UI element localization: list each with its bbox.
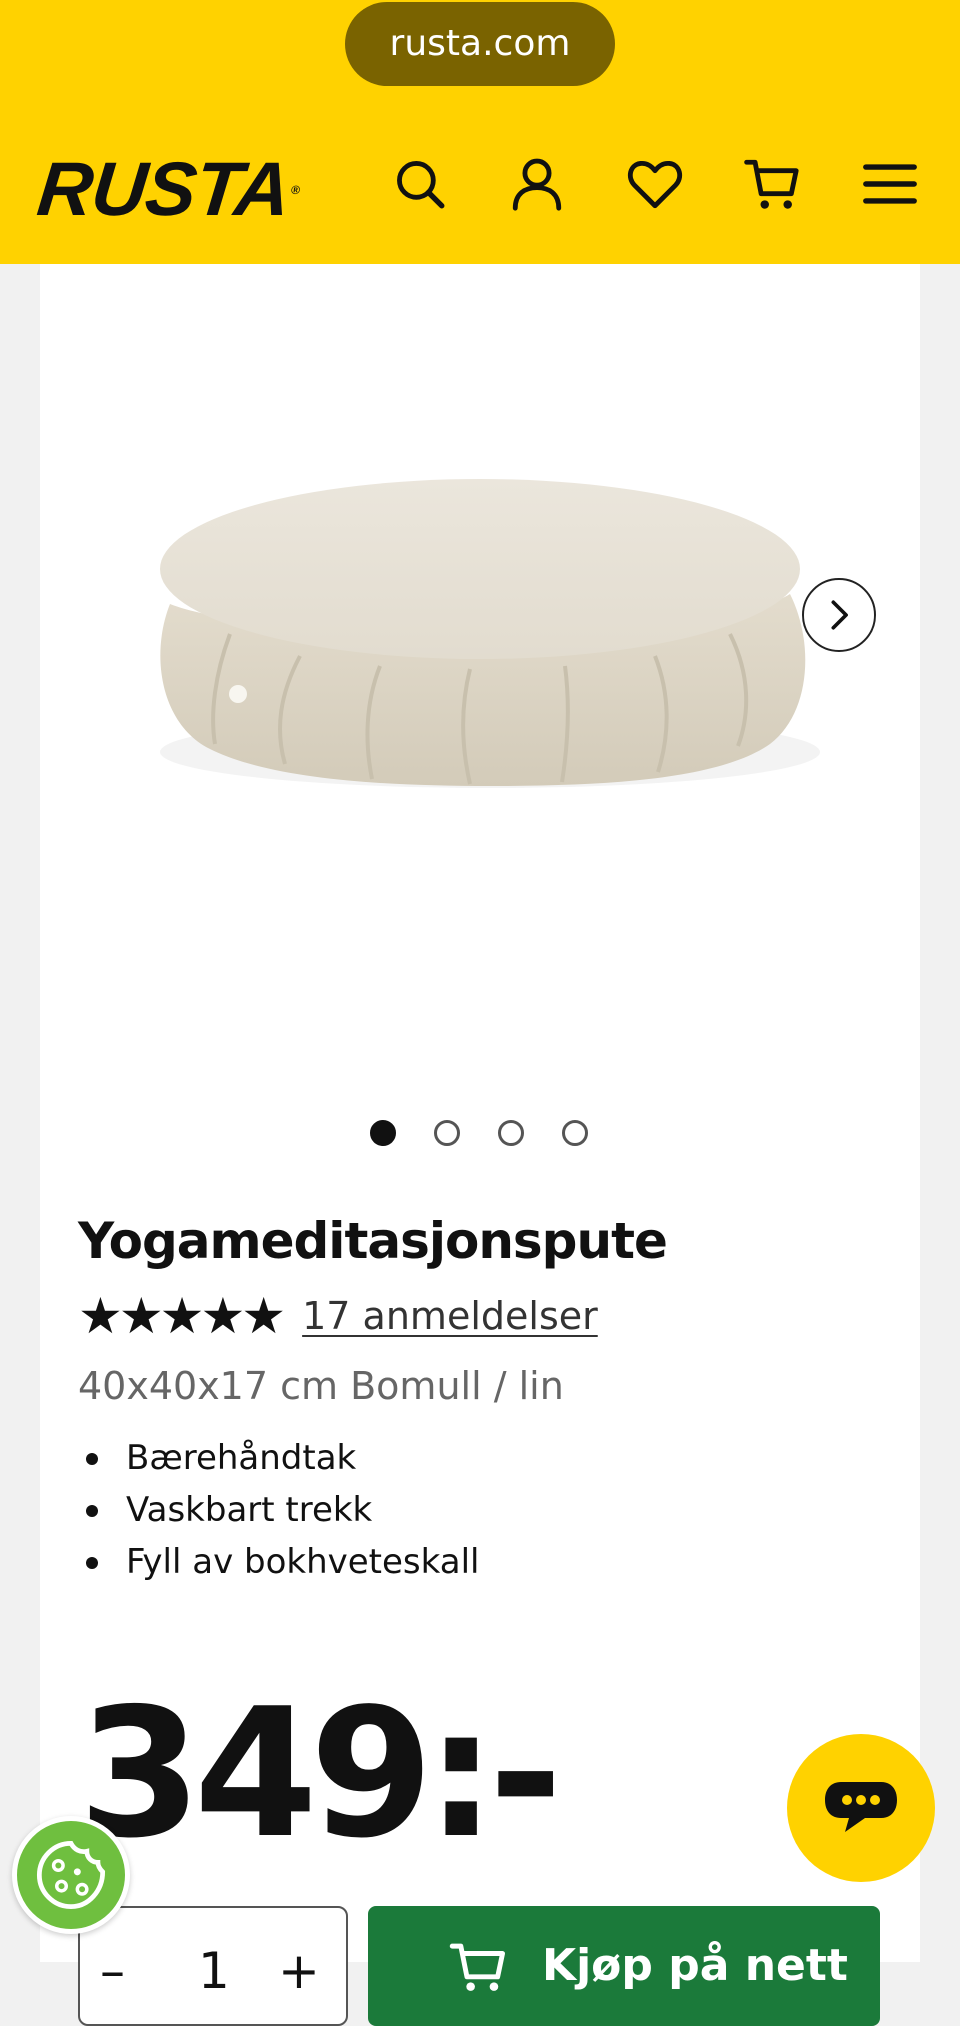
buy-online-button[interactable]: Kjøp på nett [368,1906,880,2026]
chevron-right-icon [831,600,848,630]
feature-list: Bærehåndtak Vaskbart trekk Fyll av bokhv… [78,1432,479,1588]
product-title: Yogameditasjonspute [78,1212,668,1270]
gallery-dot[interactable] [498,1120,524,1146]
cookie-icon [36,1840,106,1910]
feature-item: Fyll av bokhveteskall [78,1536,479,1588]
quantity-stepper[interactable]: – 1 + [78,1906,348,2026]
url-bar[interactable]: rusta.com [345,2,615,86]
product-subtitle: 40x40x17 cm Bomull / lin [78,1364,564,1408]
star-rating-icon: ★★★★★ [78,1287,286,1345]
cart-icon [449,1943,505,1991]
quantity-increase-button[interactable]: + [278,1942,320,2000]
buy-online-label: Kjøp på nett [542,1940,848,1991]
gallery-dot[interactable] [370,1120,396,1146]
gallery-dot[interactable] [434,1120,460,1146]
reviews-link[interactable]: 17 anmeldelser [302,1294,598,1338]
product-image [160,479,820,788]
product-card: Yogameditasjonspute ★★★★★ 17 anmeldelser… [40,264,920,2026]
feature-item: Vaskbart trekk [78,1484,479,1536]
gallery-next-button[interactable] [802,578,876,652]
quantity-value: 1 [198,1942,230,2000]
gallery-pagination [370,1120,588,1146]
search-icon[interactable] [388,152,452,216]
site-logo[interactable]: RUSTA® [33,147,303,232]
feature-item: Bærehåndtak [78,1432,479,1484]
menu-icon[interactable] [858,152,922,216]
product-price: 349:- [78,1670,563,1877]
cookie-settings-button[interactable] [12,1816,130,1934]
gallery-dot[interactable] [562,1120,588,1146]
account-icon[interactable] [505,152,569,216]
registered-mark: ® [290,183,300,197]
chat-bubble-icon [825,1782,897,1832]
site-header: rusta.com RUSTA® [0,0,960,264]
product-rating: ★★★★★ 17 anmeldelser [78,1286,598,1346]
chat-button[interactable] [787,1734,935,1882]
quantity-decrease-button[interactable]: – [100,1942,125,2000]
cart-icon[interactable] [740,152,804,216]
heart-icon[interactable] [623,152,687,216]
logo-text: RUSTA [33,147,294,232]
